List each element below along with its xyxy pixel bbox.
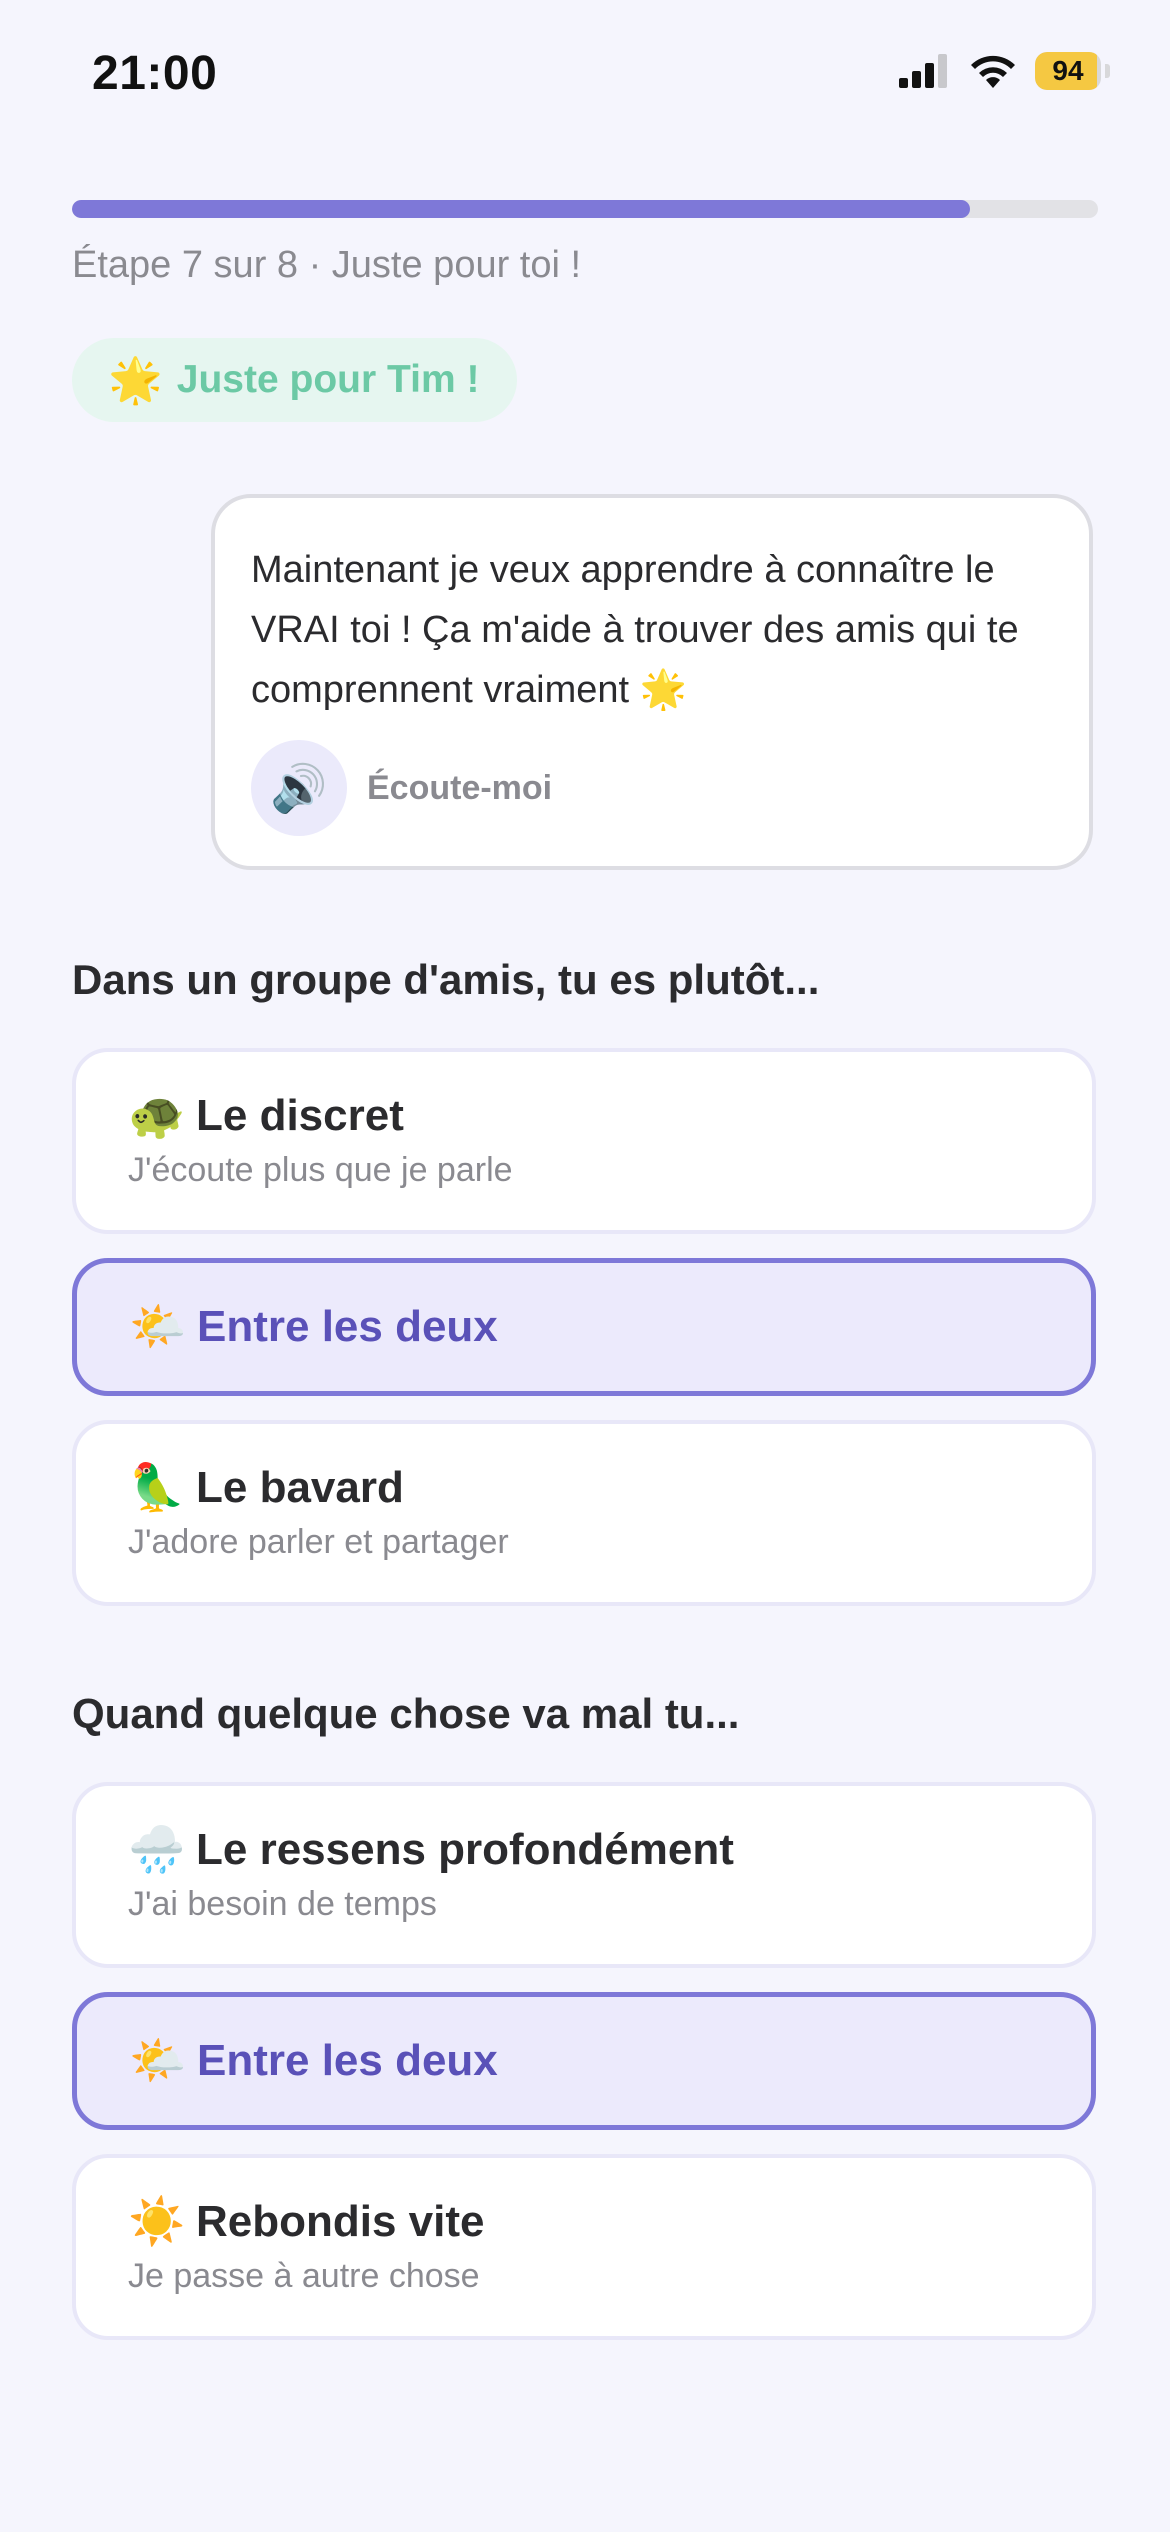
- parrot-icon: 🦜: [128, 1461, 186, 1513]
- option-subtitle: J'adore parler et partager: [128, 1523, 509, 1561]
- option-rebondis-vite[interactable]: ☀️ Rebondis vite Je passe à autre chose: [72, 2154, 1096, 2340]
- sun-behind-cloud-icon: 🌤️: [129, 1300, 187, 1352]
- progress-fill: [72, 200, 970, 218]
- option-title-row: ☀️ Rebondis vite: [128, 2194, 1092, 2249]
- option-le-bavard[interactable]: 🦜 Le bavard J'adore parler et partager: [72, 1420, 1096, 1606]
- star-icon: 🌟: [108, 356, 163, 405]
- option-title-row: 🌤️ Entre les deux: [129, 2033, 1091, 2088]
- question-title: Dans un groupe d'amis, tu es plutôt...: [72, 956, 820, 1003]
- option-subtitle: Je passe à autre chose: [128, 2257, 480, 2295]
- option-title-row: 🌧️ Le ressens profondément: [128, 1822, 1092, 1877]
- option-title-row: 🌤️ Entre les deux: [129, 1299, 1091, 1354]
- status-time: 21:00: [92, 47, 218, 100]
- battery-tip: [1105, 64, 1110, 78]
- sun-icon: ☀️: [128, 2195, 186, 2247]
- battery-level: 94: [1052, 55, 1084, 86]
- step-label: Étape 7 sur 8 · Juste pour toi !: [72, 244, 582, 286]
- progress-bar: [72, 200, 1098, 218]
- message-bubble: Maintenant je veux apprendre à connaître…: [211, 494, 1093, 870]
- listen-label[interactable]: Écoute-moi: [367, 769, 552, 808]
- option-subtitle: J'ai besoin de temps: [128, 1885, 437, 1923]
- sun-behind-cloud-icon: 🌤️: [129, 2034, 187, 2086]
- wifi-icon: [971, 55, 1015, 88]
- status-icons: 94: [899, 52, 1110, 90]
- option-title-row: 🐢 Le discret: [128, 1088, 1092, 1143]
- personal-badge-label: Juste pour Tim !: [176, 358, 480, 401]
- message-text: Maintenant je veux apprendre à connaître…: [251, 549, 1019, 711]
- speaker-icon: 🔊: [270, 761, 328, 814]
- option-entre-les-deux-2[interactable]: 🌤️ Entre les deux: [72, 1992, 1096, 2130]
- battery-charging-icon: 94: [1035, 52, 1101, 90]
- listen-row: 🔊 Écoute-moi: [251, 740, 552, 836]
- personal-badge: 🌟 Juste pour Tim !: [72, 338, 518, 422]
- option-le-discret[interactable]: 🐢 Le discret J'écoute plus que je parle: [72, 1048, 1096, 1234]
- speaker-button[interactable]: 🔊: [251, 740, 347, 836]
- option-title: Entre les deux: [197, 2035, 498, 2085]
- option-subtitle: J'écoute plus que je parle: [128, 1151, 513, 1189]
- option-entre-les-deux-1[interactable]: 🌤️ Entre les deux: [72, 1258, 1096, 1396]
- status-bar: 21:00 94: [0, 0, 1170, 150]
- turtle-icon: 🐢: [128, 1089, 186, 1141]
- option-title: Le discret: [196, 1090, 404, 1140]
- question-title: Quand quelque chose va mal tu...: [72, 1690, 740, 1737]
- cellular-signal-icon: [899, 54, 947, 88]
- option-title: Rebondis vite: [196, 2196, 485, 2246]
- option-title: Entre les deux: [197, 1301, 498, 1351]
- option-title: Le bavard: [196, 1462, 404, 1512]
- option-title-row: 🦜 Le bavard: [128, 1460, 1092, 1515]
- option-le-ressens-profondement[interactable]: 🌧️ Le ressens profondément J'ai besoin d…: [72, 1782, 1096, 1968]
- option-title: Le ressens profondément: [196, 1824, 734, 1874]
- rain-cloud-icon: 🌧️: [128, 1823, 186, 1875]
